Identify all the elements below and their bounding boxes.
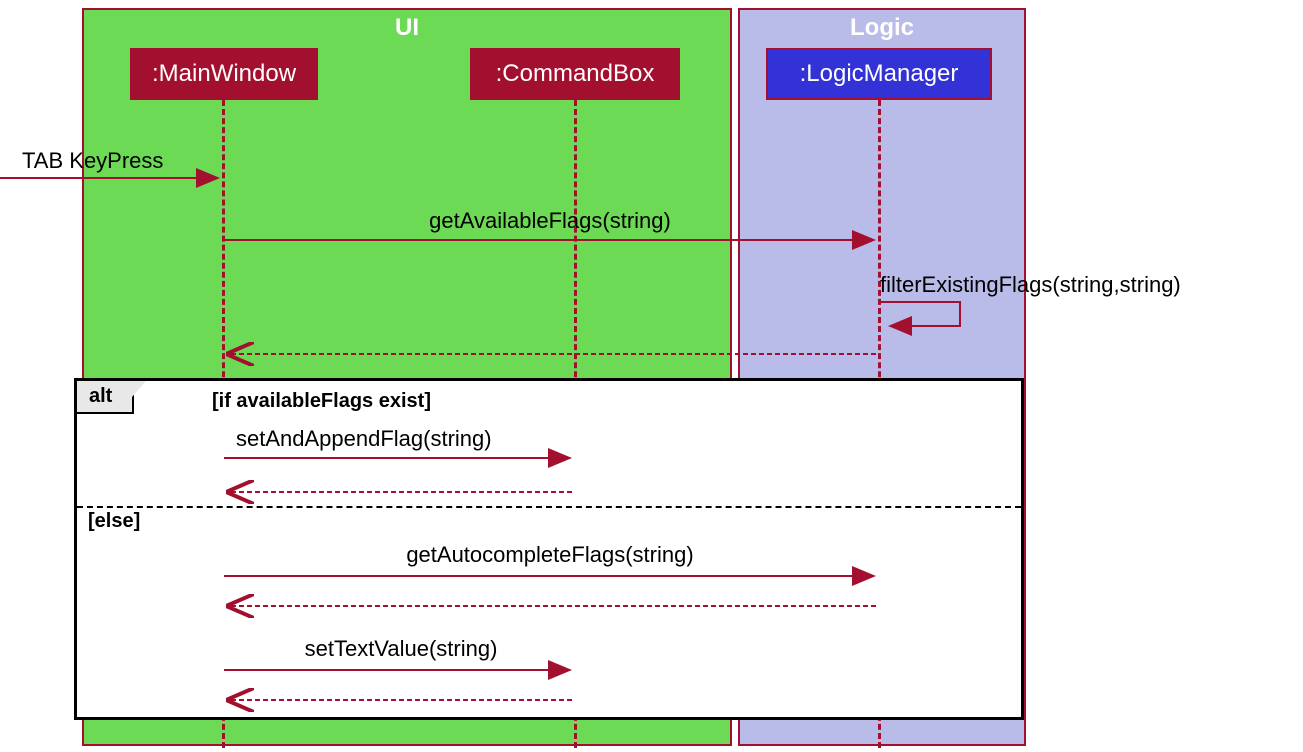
arrow-return-set-text: [0, 0, 600, 720]
sequence-diagram: UI Logic :MainWindow :CommandBox :LogicM…: [0, 0, 1303, 752]
